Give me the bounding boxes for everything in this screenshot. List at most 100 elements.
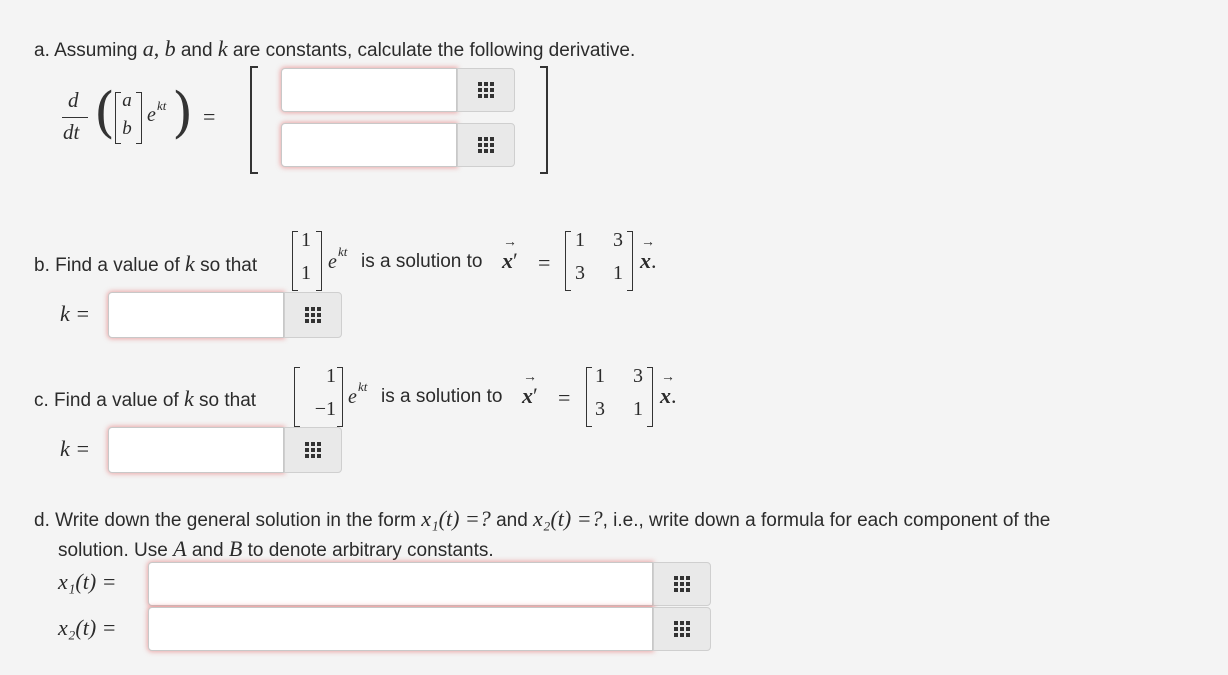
- matrix-b-11: 1: [575, 229, 585, 251]
- vec-c-right-bracket: [337, 367, 343, 427]
- x-vector: → x: [502, 235, 517, 273]
- exp-base: e: [348, 386, 357, 408]
- part-d-line1: d. Write down the general solution in th…: [34, 506, 1050, 532]
- part-d-line2: solution. Use A and B to denote arbitrar…: [58, 536, 494, 562]
- comma: ,: [153, 36, 160, 61]
- var-k: k: [183, 386, 194, 411]
- keypad-button-k-b[interactable]: [284, 292, 342, 338]
- x-vector: → x: [660, 370, 675, 408]
- exp-power: kt: [338, 244, 348, 259]
- part-c-equals: =: [558, 385, 571, 410]
- k-input-c[interactable]: [108, 427, 284, 473]
- vec-b-top: 1: [301, 229, 311, 251]
- var-B: B: [228, 536, 243, 561]
- var-k: k: [217, 36, 228, 61]
- matrix-c-11: 1: [595, 365, 605, 387]
- keypad-button-deriv-top[interactable]: [457, 68, 515, 112]
- x2-label: x₂(t) =: [58, 615, 117, 640]
- part-d-line2-suffix: to denote arbitrary constants.: [247, 540, 494, 561]
- so-that-text: so that: [200, 255, 258, 276]
- x-vector: → x: [522, 370, 537, 408]
- keypad-grid-icon: [478, 137, 494, 153]
- is-solution-text: is a solution to: [381, 386, 503, 407]
- xvec-prime: → x′: [522, 370, 538, 409]
- vec-b-right-bracket: [316, 231, 322, 291]
- keypad-grid-icon: [478, 82, 494, 98]
- vec-a-right-bracket: [136, 92, 142, 144]
- keypad-grid-icon: [674, 576, 690, 592]
- period: .: [671, 383, 677, 408]
- part-a-prompt: a. Assuming a, b and k are constants, ca…: [34, 36, 635, 62]
- matrix-b-right-bracket: [627, 231, 633, 291]
- xvec-period: → x.: [640, 235, 657, 274]
- xvec-period: → x.: [660, 370, 677, 409]
- vec-c-left-bracket: [294, 367, 300, 427]
- var-k: k: [185, 251, 195, 276]
- is-solution-text: is a solution to: [361, 251, 483, 272]
- var-a: a: [142, 36, 154, 61]
- frac-line: [62, 117, 88, 119]
- var-A: A: [173, 536, 187, 561]
- x2-input[interactable]: [148, 607, 653, 651]
- part-c-prompt: c. Find a value of k so that: [34, 386, 256, 412]
- x-vector: → x: [640, 235, 655, 273]
- matrix-b-22: 1: [613, 262, 623, 284]
- x2-form: x₂(t) =?: [533, 506, 603, 531]
- matrix-c-22: 1: [633, 398, 643, 420]
- right-paren: ): [172, 81, 194, 144]
- part-b-equals: =: [538, 250, 551, 275]
- part-b-prefix: b. Find a value of: [34, 255, 180, 276]
- k-input-b[interactable]: [108, 292, 284, 338]
- part-d-line2-prefix: solution. Use: [58, 540, 168, 561]
- answer-left-bracket: [250, 66, 258, 174]
- answer-right-bracket: [540, 66, 548, 174]
- prime: ′: [513, 248, 518, 273]
- part-d-prefix: d. Write down the general solution in th…: [34, 510, 416, 531]
- matrix-c-12: 3: [633, 365, 643, 387]
- exp-power: kt: [358, 379, 368, 394]
- keypad-grid-icon: [674, 621, 690, 637]
- matrix-c-21: 3: [595, 398, 605, 420]
- and-text: and: [496, 510, 528, 531]
- part-a-equals: =: [203, 104, 216, 129]
- so-that-text: so that: [199, 390, 257, 411]
- deriv-bottom-input[interactable]: [281, 123, 457, 167]
- vec-a-top: a: [122, 90, 132, 111]
- part-a-suffix: are constants, calculate the following d…: [232, 40, 636, 61]
- vec-b-bot: 1: [301, 262, 311, 284]
- deriv-top-input[interactable]: [281, 68, 457, 112]
- part-a-prefix: a. Assuming: [34, 40, 138, 61]
- and-text: and: [191, 540, 224, 561]
- vec-c-top: 1: [326, 365, 336, 387]
- x1-form: x₁(t) =?: [421, 506, 491, 531]
- deriv-den: dt: [63, 120, 80, 144]
- part-d-suffix: , i.e., write down a formula for each co…: [602, 510, 1051, 531]
- part-b-prompt: b. Find a value of k so that: [34, 251, 257, 277]
- keypad-grid-icon: [305, 442, 321, 458]
- matrix-b-12: 3: [613, 229, 623, 251]
- keypad-grid-icon: [305, 307, 321, 323]
- keypad-button-k-c[interactable]: [284, 427, 342, 473]
- keypad-button-deriv-bottom[interactable]: [457, 123, 515, 167]
- xvec-prime: → x′: [502, 235, 518, 274]
- vec-c-bot: −1: [314, 398, 336, 420]
- matrix-c-right-bracket: [647, 367, 653, 427]
- part-c-prefix: c. Find a value of: [34, 390, 179, 411]
- var-b: b: [164, 36, 176, 61]
- k-answer-label-b: k =: [60, 301, 91, 326]
- matrix-b-21: 3: [575, 262, 585, 284]
- left-paren: (: [94, 81, 116, 144]
- and-text: and: [180, 40, 213, 61]
- keypad-button-x1[interactable]: [653, 562, 711, 606]
- period: .: [651, 248, 657, 273]
- deriv-num: d: [68, 88, 79, 112]
- exp-base: e: [147, 104, 156, 126]
- x1-input[interactable]: [148, 562, 653, 606]
- prime: ′: [533, 383, 538, 408]
- k-answer-label-c: k =: [60, 436, 91, 461]
- exp-base: e: [328, 251, 337, 273]
- vec-a-bot: b: [122, 118, 132, 139]
- x1-label: x₁(t) =: [58, 569, 117, 594]
- exp-power: kt: [157, 98, 167, 113]
- keypad-button-x2[interactable]: [653, 607, 711, 651]
